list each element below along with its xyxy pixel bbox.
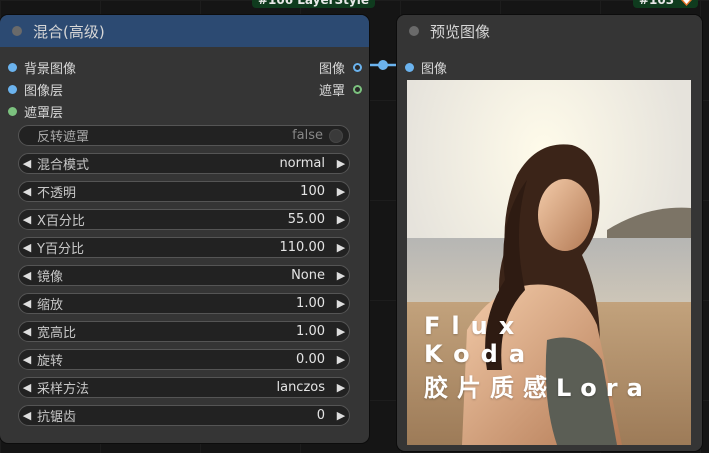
decrement-arrow-icon[interactable]: ◀ (19, 157, 35, 170)
output-image[interactable]: 图像 (319, 57, 362, 77)
number-widget[interactable]: ◀ Y百分比 110.00 ▶ (18, 237, 350, 258)
widget-label: Y百分比 (37, 242, 84, 257)
output-label: 遮罩 (318, 83, 345, 99)
preview-node-title: 预览图像 (430, 22, 491, 41)
number-widget[interactable]: ◀ 宽高比 1.00 ▶ (18, 321, 350, 342)
toggle-invert-mask[interactable]: 反转遮罩 false (18, 125, 350, 146)
increment-arrow-icon[interactable]: ▶ (333, 157, 349, 170)
input-image-layer[interactable]: 图像层 (8, 79, 63, 99)
widget-label: 镜像 (37, 270, 64, 285)
output-mask[interactable]: 遮罩 (319, 79, 362, 99)
widget-label: 宽高比 (37, 326, 77, 341)
widget-label: 采样方法 (37, 382, 90, 397)
widget-value[interactable]: normal (279, 156, 333, 171)
number-widget[interactable]: ◀ 镜像 None ▶ (18, 265, 350, 286)
collapse-dot[interactable] (12, 26, 22, 36)
decrement-arrow-icon[interactable]: ◀ (19, 409, 35, 422)
widget-value[interactable]: 1.00 (296, 296, 333, 311)
node-id-text: #103 (639, 0, 675, 7)
node-id-badge-layerstyle: #106 LayerStyle (252, 0, 375, 8)
widget-value[interactable]: 110.00 (280, 240, 334, 255)
overlay-text-line-2: Koda (424, 340, 537, 368)
widget-value[interactable]: 100 (300, 184, 333, 199)
widget-value[interactable]: 55.00 (288, 212, 333, 227)
input-label: 图像 (421, 61, 448, 77)
output-socket[interactable] (353, 84, 362, 94)
input-mask-layer[interactable]: 遮罩层 (8, 101, 63, 121)
widget-label: 混合模式 (37, 158, 90, 173)
input-socket[interactable] (8, 62, 17, 72)
increment-arrow-icon[interactable]: ▶ (333, 241, 349, 254)
decrement-arrow-icon[interactable]: ◀ (19, 213, 35, 226)
widget-label: X百分比 (37, 214, 85, 229)
increment-arrow-icon[interactable]: ▶ (333, 325, 349, 338)
input-socket[interactable] (8, 106, 17, 116)
blend-node-header[interactable]: 混合(高级) (0, 15, 369, 47)
number-widget[interactable]: ◀ 混合模式 normal ▶ (18, 153, 350, 174)
increment-arrow-icon[interactable]: ▶ (333, 269, 349, 282)
number-widget[interactable]: ◀ 采样方法 lanczos ▶ (18, 377, 350, 398)
toggle-value: false (292, 128, 323, 143)
decrement-arrow-icon[interactable]: ◀ (19, 241, 35, 254)
preview-node-header[interactable]: 预览图像 (397, 15, 702, 47)
blend-node[interactable]: 混合(高级) 背景图像 图像层 遮罩层 图像 遮罩 反转遮罩 false ◀ 混合… (0, 15, 369, 443)
increment-arrow-icon[interactable]: ▶ (333, 297, 349, 310)
number-widget[interactable]: ◀ 缩放 1.00 ▶ (18, 293, 350, 314)
input-socket[interactable] (8, 84, 17, 94)
widget-value[interactable]: None (291, 268, 333, 283)
decrement-arrow-icon[interactable]: ◀ (19, 353, 35, 366)
increment-arrow-icon[interactable]: ▶ (333, 213, 349, 226)
number-widget[interactable]: ◀ 不透明 100 ▶ (18, 181, 350, 202)
collapse-dot[interactable] (409, 26, 419, 36)
widget-label: 不透明 (37, 186, 77, 201)
overlay-text-line-1: Flux (424, 312, 526, 340)
input-label: 图像层 (24, 83, 64, 99)
decrement-arrow-icon[interactable]: ◀ (19, 297, 35, 310)
widget-value[interactable]: 0 (317, 408, 333, 423)
node-id-badge-preview: #103 (633, 0, 699, 8)
decrement-arrow-icon[interactable]: ◀ (19, 325, 35, 338)
increment-arrow-icon[interactable]: ▶ (333, 353, 349, 366)
output-socket[interactable] (353, 62, 362, 72)
widget-label: 缩放 (37, 298, 64, 313)
overlay-text-line-3: 胶片质感Lora (424, 374, 652, 402)
increment-arrow-icon[interactable]: ▶ (333, 381, 349, 394)
blend-node-title: 混合(高级) (33, 22, 105, 41)
input-background-image[interactable]: 背景图像 (8, 57, 76, 77)
input-socket[interactable] (405, 62, 414, 72)
widget-value[interactable]: lanczos (276, 380, 333, 395)
fox-icon (680, 0, 693, 6)
input-label: 遮罩层 (24, 105, 64, 121)
number-widget[interactable]: ◀ X百分比 55.00 ▶ (18, 209, 350, 230)
number-widget[interactable]: ◀ 旋转 0.00 ▶ (18, 349, 350, 370)
toggle-label: 反转遮罩 (37, 130, 90, 145)
decrement-arrow-icon[interactable]: ◀ (19, 269, 35, 282)
output-label: 图像 (318, 61, 345, 77)
widget-value[interactable]: 1.00 (296, 324, 333, 339)
decrement-arrow-icon[interactable]: ◀ (19, 381, 35, 394)
toggle-knob[interactable] (329, 128, 343, 143)
input-label: 背景图像 (24, 61, 77, 77)
widget-value[interactable]: 0.00 (296, 352, 333, 367)
increment-arrow-icon[interactable]: ▶ (333, 185, 349, 198)
input-image[interactable]: 图像 (405, 57, 447, 77)
widget-label: 抗锯齿 (37, 410, 77, 425)
increment-arrow-icon[interactable]: ▶ (333, 409, 349, 422)
widget-label: 旋转 (37, 354, 64, 369)
number-widget[interactable]: ◀ 抗锯齿 0 ▶ (18, 405, 350, 426)
decrement-arrow-icon[interactable]: ◀ (19, 185, 35, 198)
